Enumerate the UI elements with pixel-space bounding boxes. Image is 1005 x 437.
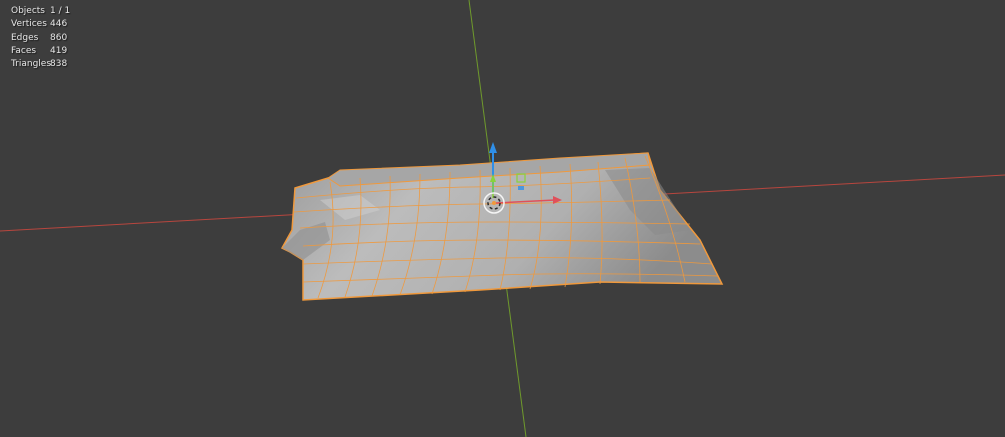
- z-axis-arrow-icon[interactable]: [489, 142, 497, 153]
- cloth-mesh-object[interactable]: [280, 152, 724, 301]
- viewport-scene[interactable]: [0, 0, 1005, 437]
- 3d-viewport[interactable]: Objects 1 / 1 Vertices 446 Edges 860 Fac…: [0, 0, 1005, 437]
